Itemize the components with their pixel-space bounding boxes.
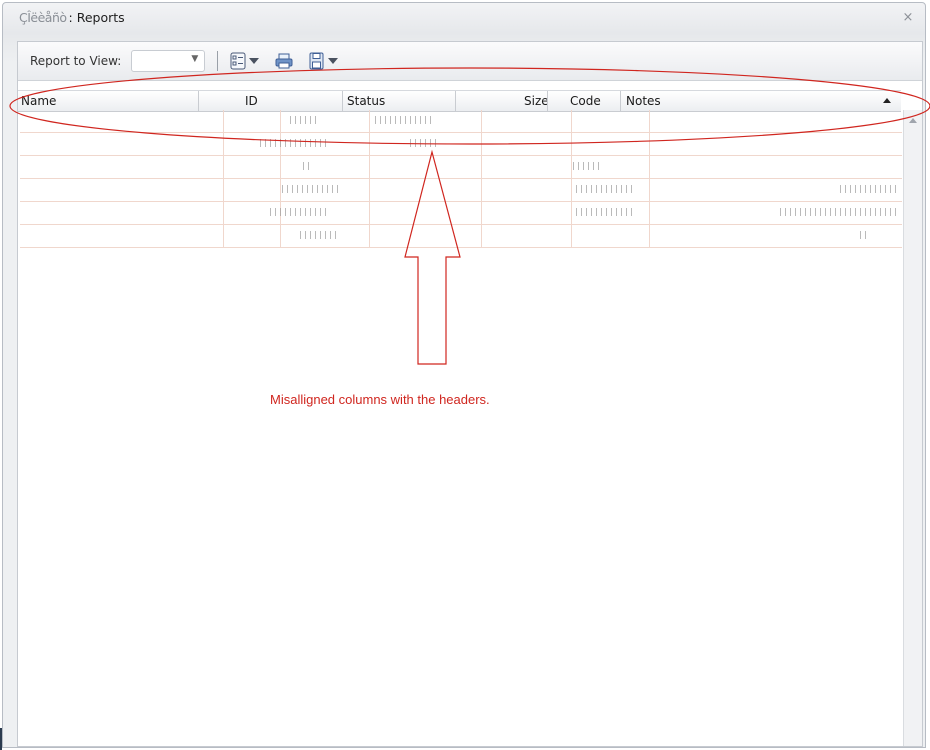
column-header-id[interactable]: ID xyxy=(242,91,292,111)
view-options-button[interactable] xyxy=(228,50,261,72)
column-divider xyxy=(455,91,456,111)
reports-window: ÇÎëèåñò: Reports × Report to View: ▼ Nam… xyxy=(2,2,926,748)
table-row[interactable] xyxy=(20,110,902,133)
table-row[interactable] xyxy=(20,225,902,248)
chevron-down-icon: ▼ xyxy=(191,54,199,64)
window-title: Reports xyxy=(76,10,125,25)
table-row[interactable] xyxy=(20,133,902,156)
scroll-up-icon[interactable] xyxy=(909,118,917,123)
title-prefix: ÇÎëèåñò xyxy=(19,10,67,25)
column-divider xyxy=(342,91,343,111)
save-button[interactable] xyxy=(307,50,340,72)
chevron-down-icon xyxy=(249,58,260,64)
grid-header: Name ID Status Size Code Notes xyxy=(18,90,901,112)
column-divider xyxy=(198,91,199,111)
report-to-view-label: Report to View: xyxy=(30,54,122,68)
table-row[interactable] xyxy=(20,202,902,225)
column-divider xyxy=(547,91,548,111)
grid-body xyxy=(20,110,902,250)
save-icon xyxy=(309,52,324,70)
column-header-name[interactable]: Name xyxy=(18,91,108,111)
column-header-status[interactable]: Status xyxy=(344,91,424,111)
vertical-scrollbar[interactable] xyxy=(903,110,922,746)
print-icon xyxy=(275,53,293,69)
column-header-code[interactable]: Code xyxy=(567,91,607,111)
toolbar-divider xyxy=(217,51,219,71)
column-divider xyxy=(620,91,621,111)
close-icon[interactable]: × xyxy=(901,3,915,33)
print-button[interactable] xyxy=(273,50,295,72)
table-row[interactable] xyxy=(20,156,902,179)
column-header-notes[interactable]: Notes xyxy=(623,91,683,111)
report-select[interactable]: ▼ xyxy=(131,50,206,72)
edge-marker xyxy=(0,728,2,750)
toolbar: Report to View: ▼ xyxy=(18,42,922,81)
sort-ascending-icon[interactable] xyxy=(883,98,891,103)
title-bar: ÇÎëèåñò: Reports × xyxy=(3,3,925,33)
table-row[interactable] xyxy=(20,179,902,202)
annotation-text: Misalligned columns with the headers. xyxy=(270,392,490,407)
list-view-icon xyxy=(230,52,246,70)
chevron-down-icon xyxy=(328,58,339,64)
